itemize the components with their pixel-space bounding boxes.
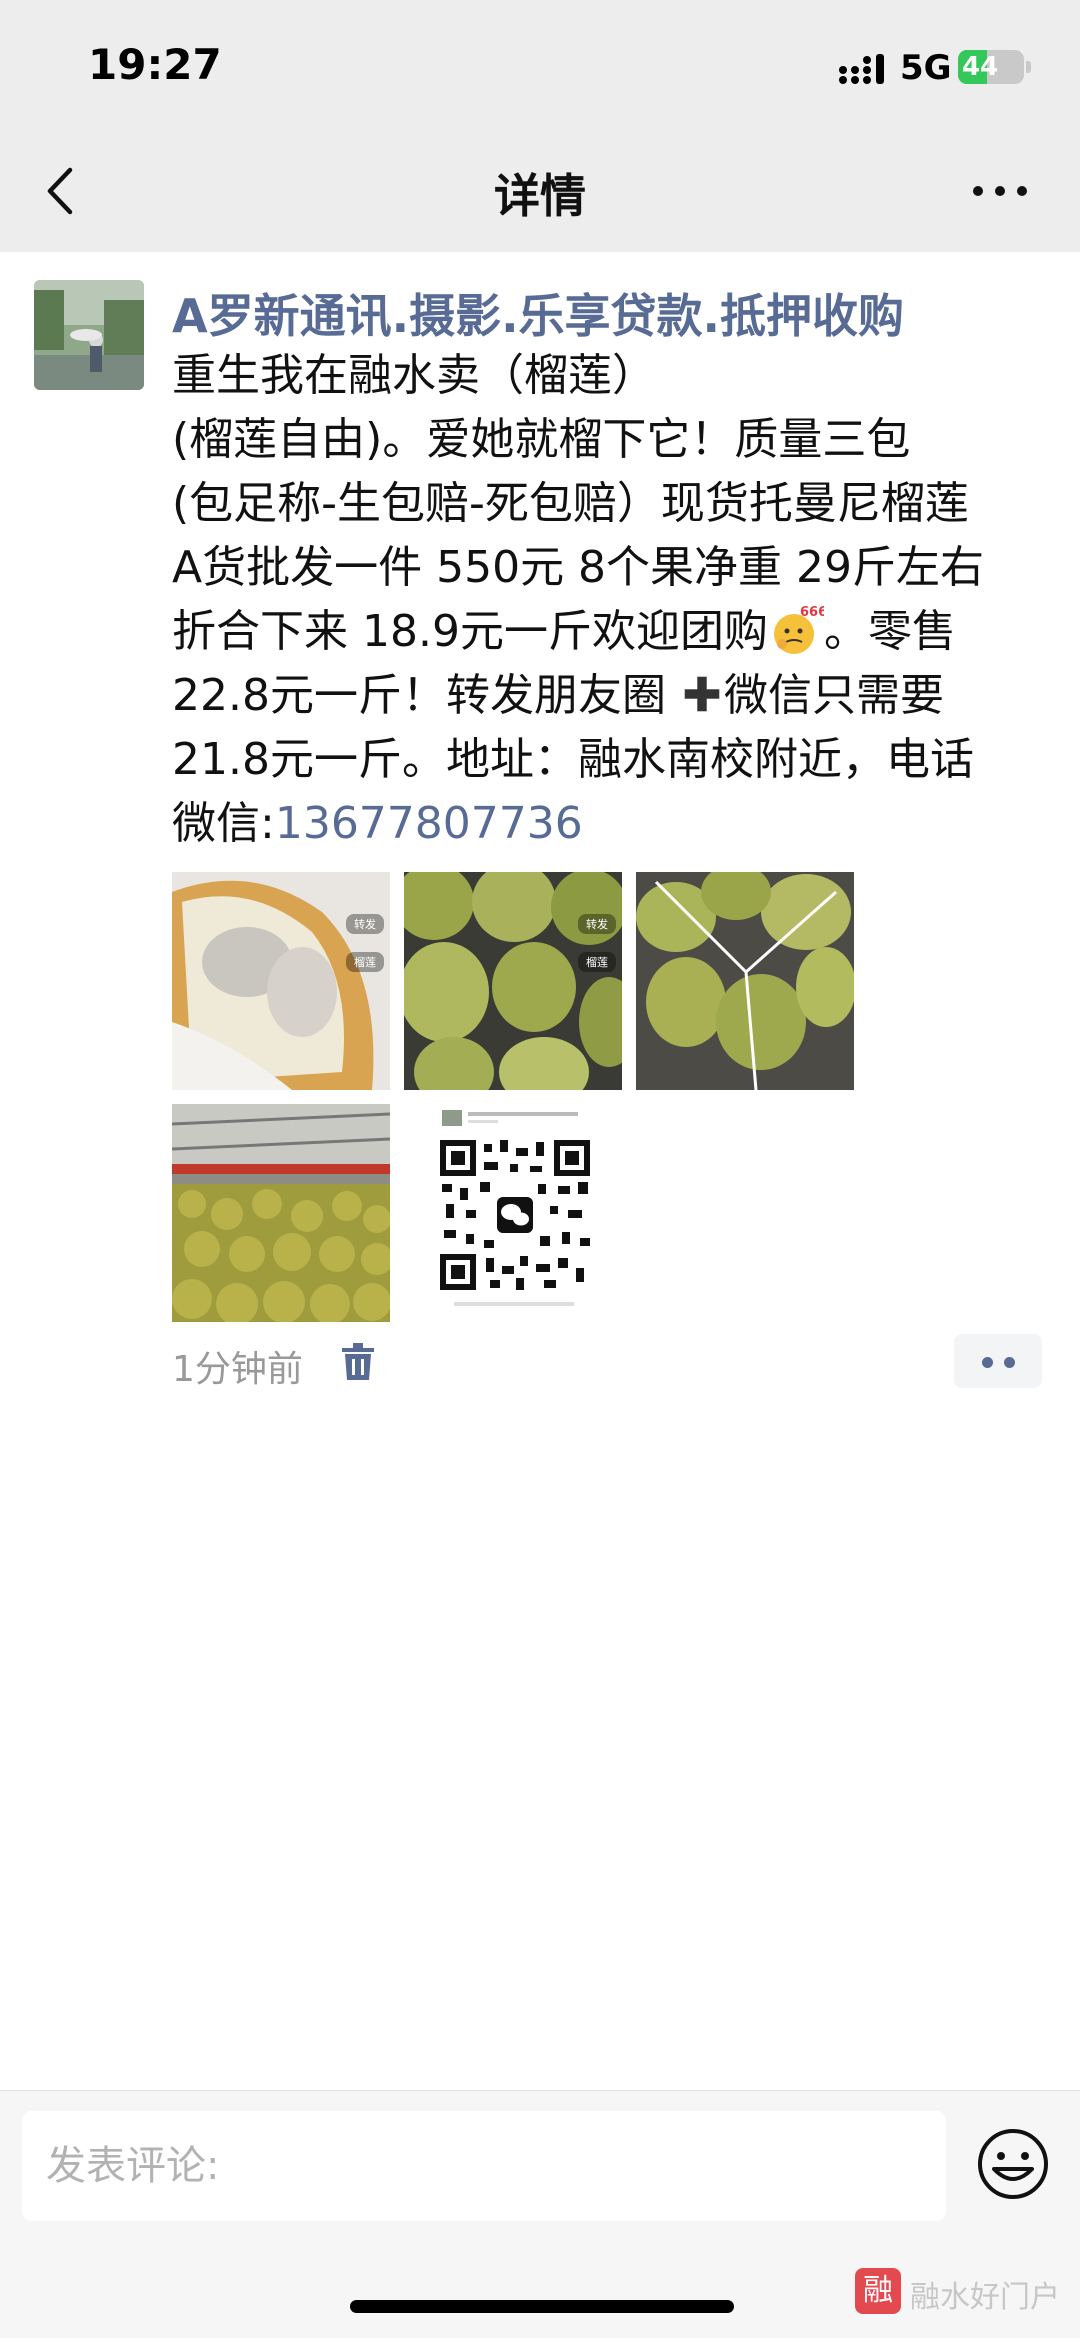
brand-watermark: 融水好门户 [910, 2280, 1060, 2315]
photo-tag-durian: 榴莲 [578, 952, 616, 972]
comment-input[interactable] [22, 2111, 946, 2221]
nav-bar: 详情 [0, 130, 1080, 252]
home-indicator [350, 2300, 734, 2313]
emoji-666-badge: 666 [800, 605, 824, 620]
avatar[interactable] [34, 280, 144, 390]
plus-icon [684, 676, 720, 712]
battery-icon: 44 [958, 50, 1024, 84]
durian-bundle-photo[interactable] [636, 872, 854, 1090]
durian-pile-photo[interactable]: 转发 榴莲 [404, 872, 622, 1090]
durian-warehouse-photo[interactable] [172, 1104, 390, 1322]
brand-logo: 融 [855, 2268, 901, 2314]
post-content: 重生我在融水卖（榴莲） (榴莲自由)。爱她就榴下它！质量三包 (包足称-生包赔-… [172, 344, 1052, 856]
thinking-666-emoji-icon: 666 [773, 605, 824, 654]
dot-icon [1004, 1357, 1015, 1368]
qr-code-photo[interactable] [404, 1104, 622, 1322]
battery-cap [1026, 61, 1031, 73]
content-line-9: 21.8元一斤。地址：融水南校附近，电话 [172, 734, 974, 785]
photo-tag-repost: 转发 [346, 914, 384, 934]
phone-link[interactable]: 13677807736 [275, 798, 583, 849]
comment-like-toggle-button[interactable] [954, 1334, 1042, 1388]
content-line-1: 重生我在融水卖（榴莲） [172, 350, 656, 401]
emoji-icon[interactable] [976, 2127, 1050, 2201]
photo-tag-repost: 转发 [578, 914, 616, 934]
author-name[interactable]: A罗新通讯.摄影.乐享贷款.抵押收购 [172, 280, 1052, 346]
signal-strength-icon [839, 54, 884, 84]
content-line-2: (榴莲自由)。爱她就榴下它！质量三包 [172, 414, 911, 465]
page-title: 详情 [494, 169, 586, 223]
content-line-6: 。零售 [823, 606, 956, 657]
trash-icon[interactable] [342, 1342, 374, 1382]
status-time: 19:27 [88, 40, 222, 89]
status-bar: 19:27 5G 44 [0, 0, 1080, 130]
more-options-icon[interactable] [970, 180, 1030, 202]
content-line-10: 微信: [172, 798, 275, 849]
network-type: 5G [900, 48, 952, 88]
photo-tag-durian: 榴莲 [346, 952, 384, 972]
content-line-5: 折合下来 18.9元一斤欢迎团购 [172, 606, 768, 657]
battery-percent: 44 [962, 52, 999, 82]
content-line-4: A货批发一件 550元 8个果净重 29斤左右 [172, 542, 985, 593]
post-time: 1分钟前 [172, 1349, 303, 1390]
dot-icon [982, 1357, 993, 1368]
content-line-7: 22.8元一斤！转发朋友圈 [172, 670, 666, 721]
content-line-3: (包足称-生包赔-死包赔）现货托曼尼榴莲 [172, 478, 969, 529]
durian-flesh-photo[interactable]: 转发 榴莲 [172, 872, 390, 1090]
content-line-8: 微信只需要 [723, 670, 944, 721]
